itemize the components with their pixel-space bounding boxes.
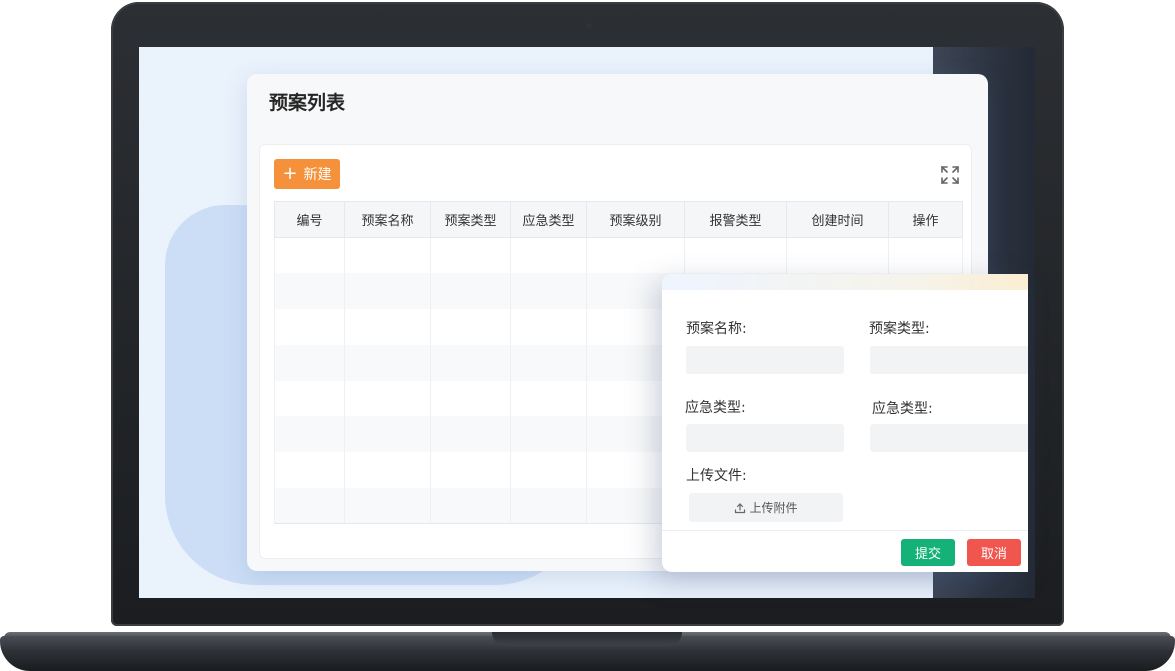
emergency-type-input-2[interactable]: [870, 424, 1028, 452]
emergency-type-label-2: 应急类型:: [872, 401, 933, 417]
plan-type-input[interactable]: [870, 346, 1028, 374]
new-plan-button[interactable]: + 新建: [274, 159, 340, 189]
column-header[interactable]: 应急类型: [510, 201, 587, 238]
table-header-row: 编号 预案名称 预案类型 应急类型 预案级别 报警类型 创建时间 操作: [274, 201, 963, 238]
page-title: 预案列表: [269, 92, 346, 114]
new-plan-label: 新建: [303, 167, 332, 183]
upload-file-label: 上传文件:: [686, 468, 747, 484]
column-header[interactable]: 操作: [888, 201, 963, 238]
plan-type-label: 预案类型:: [869, 321, 930, 337]
emergency-type-label: 应急类型:: [685, 400, 746, 416]
modal-footer-divider: [662, 530, 1028, 531]
plan-name-label: 预案名称:: [686, 321, 747, 337]
column-header[interactable]: 预案名称: [344, 201, 431, 238]
upload-attachment-label: 上传附件: [749, 501, 798, 515]
cancel-button[interactable]: 取消: [967, 539, 1021, 566]
column-header[interactable]: 报警类型: [684, 201, 787, 238]
modal-header-bar: [662, 274, 1028, 290]
column-header[interactable]: 编号: [274, 201, 345, 238]
plus-icon: +: [282, 163, 298, 184]
plan-name-input[interactable]: [686, 346, 844, 374]
expand-icon[interactable]: [940, 165, 960, 185]
column-header[interactable]: 预案类型: [430, 201, 511, 238]
table-row: [274, 237, 963, 274]
camera-dot: [586, 23, 592, 29]
emergency-type-input[interactable]: [686, 424, 844, 452]
submit-button[interactable]: 提交: [901, 539, 955, 566]
plan-form-modal: 预案名称: 预案类型: 应急类型: 应急类型: 上传文件: 上传附件 提交 取消: [662, 274, 1028, 572]
column-header[interactable]: 预案级别: [586, 201, 685, 238]
column-header[interactable]: 创建时间: [786, 201, 889, 238]
laptop-notch: [492, 632, 682, 646]
upload-attachment-button[interactable]: 上传附件: [689, 493, 843, 522]
upload-icon: [735, 502, 746, 513]
